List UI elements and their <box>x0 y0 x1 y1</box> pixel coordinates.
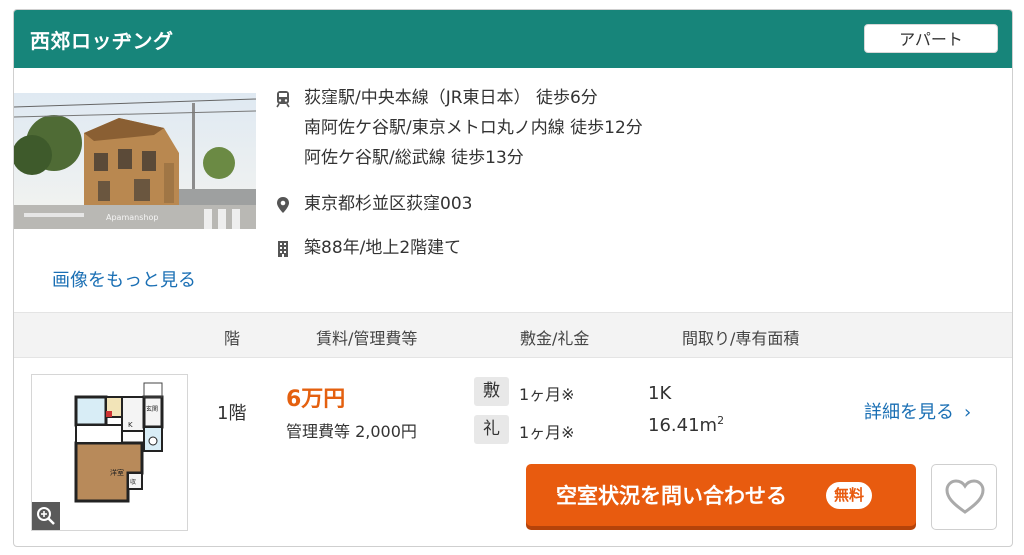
building-photo-image <box>14 93 256 229</box>
room-table-header: 階 賃料/管理費等 敷金/礼金 間取り/専有面積 <box>14 312 1012 358</box>
room-area-value: 16.41m <box>648 415 718 436</box>
floorplan-label-entrance: 玄関 <box>146 405 158 413</box>
photo-watermark: Apamanshop <box>106 213 159 222</box>
floorplan-label-kitchen: K <box>128 421 133 429</box>
inquiry-button-label: 空室状況を問い合わせる <box>556 484 787 508</box>
room-area-unit: 2 <box>717 414 725 427</box>
room-area: 16.41m2 <box>648 414 724 436</box>
access-line-2: 南阿佐ケ谷駅/東京メトロ丸ノ内線 徒歩12分 <box>304 118 643 138</box>
location-pin-icon <box>274 196 292 214</box>
more-images-link[interactable]: 画像をもっと見る <box>52 266 196 292</box>
train-icon <box>274 90 292 108</box>
key-money-badge: 礼 <box>474 415 509 444</box>
floorplan-label-storage: 収 <box>130 479 136 486</box>
deposit-value: 1ヶ月※ <box>519 385 575 404</box>
header-layout: 間取り/専有面積 <box>682 329 800 348</box>
access-line-1: 荻窪駅/中央本線（JR東日本） 徒歩6分 <box>304 88 598 108</box>
header-rent: 賃料/管理費等 <box>316 329 418 348</box>
favorite-button[interactable] <box>931 464 997 530</box>
zoom-button[interactable] <box>32 502 60 530</box>
property-photo[interactable]: Apamanshop <box>14 93 256 229</box>
property-card: 西郊ロッヂング アパート Apamanshop 画像をもっと見る 荻窪駅/中央本… <box>13 9 1013 547</box>
building-icon <box>274 240 292 258</box>
zoom-in-icon <box>37 507 55 525</box>
rent-price: 6万円 <box>286 387 346 412</box>
deposit-badge: 敷 <box>474 377 509 406</box>
inquiry-button[interactable]: 空室状況を問い合わせる 無料 <box>526 464 916 526</box>
key-money-value: 1ヶ月※ <box>519 423 575 442</box>
chevron-right-icon: › <box>964 402 972 423</box>
room-floor: 1階 <box>217 403 247 424</box>
property-type-badge: アパート <box>864 24 998 53</box>
management-fee: 管理費等 2,000円 <box>286 422 417 441</box>
header-deposit: 敷金/礼金 <box>520 329 590 348</box>
header-floor: 階 <box>224 329 241 348</box>
floorplan-thumbnail[interactable]: 洋室 玄関 K 収 <box>31 374 188 531</box>
free-badge: 無料 <box>826 482 873 509</box>
room-layout: 1K <box>648 383 672 404</box>
details-link[interactable]: 詳細を見る › <box>864 398 971 424</box>
heart-icon <box>945 479 985 514</box>
details-label: 詳細を見る <box>864 402 954 423</box>
building-text: 築88年/地上2階建て <box>304 238 462 258</box>
floorplan-label-western: 洋室 <box>110 468 124 477</box>
card-header: 西郊ロッヂング アパート <box>14 10 1012 68</box>
access-line-3: 阿佐ケ谷駅/総武線 徒歩13分 <box>304 148 524 168</box>
property-name[interactable]: 西郊ロッヂング <box>30 25 174 54</box>
address-text: 東京都杉並区荻窪003 <box>304 194 473 214</box>
